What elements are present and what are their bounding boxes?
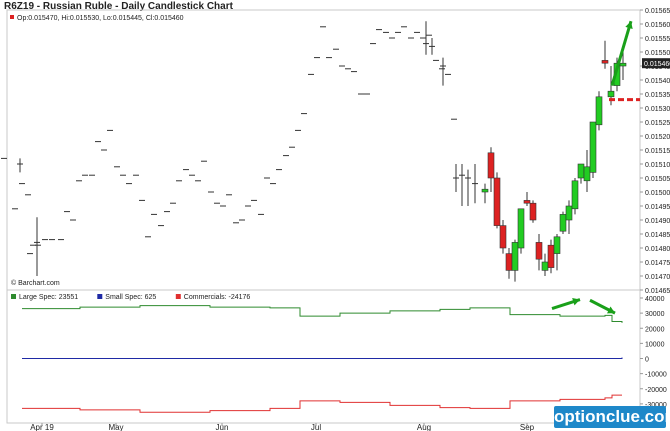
price-y-tick-label: 0.015200 — [645, 134, 670, 141]
x-axis-label: May — [108, 423, 123, 431]
candle-body — [607, 90, 615, 98]
candle-body — [541, 261, 549, 271]
x-axis-label: Jun — [216, 423, 229, 431]
last-price-label: 0.015460 — [644, 61, 670, 68]
price-y-tick-label: 0.015050 — [645, 176, 670, 183]
candle-body — [487, 152, 495, 179]
legend-entry: Commercials: -24176 — [184, 294, 251, 301]
price-y-tick-label: 0.015150 — [645, 148, 670, 155]
candle-body — [553, 236, 561, 254]
candle-body — [511, 242, 519, 271]
legend-entry: Small Spec: 625 — [105, 294, 156, 301]
price-y-tick-label: 0.014850 — [645, 232, 670, 239]
candle-body — [535, 242, 543, 260]
legend-entry: Large Spec: 23551 — [19, 294, 78, 301]
price-y-tick-label: 0.015500 — [645, 50, 670, 57]
candle-body — [505, 253, 513, 271]
legend-swatch — [11, 294, 16, 299]
price-y-tick-label: 0.015600 — [645, 22, 670, 29]
price-y-tick-label: 0.014650 — [645, 288, 670, 295]
candle-body — [583, 166, 591, 182]
price-y-tick-label: 0.015350 — [645, 92, 670, 99]
candle-body — [595, 96, 603, 126]
price-y-tick-label: 0.015100 — [645, 162, 670, 169]
cot-series-line — [22, 305, 623, 323]
price-y-tick-label: 0.014750 — [645, 260, 670, 267]
legend-swatch — [175, 294, 181, 299]
candle-body — [493, 177, 501, 226]
cot-y-tick-label: -10000 — [645, 372, 667, 379]
candle-body — [619, 62, 627, 67]
cot-y-tick-label: 10000 — [645, 341, 665, 348]
price-y-tick-label: 0.015550 — [645, 36, 670, 43]
cot-series-line — [22, 394, 622, 413]
x-axis-label: Apr 19 — [30, 423, 54, 431]
price-y-tick-label: 0.015300 — [645, 106, 670, 113]
candle-body — [559, 214, 567, 232]
cot-y-tick-label: 0 — [645, 357, 649, 364]
price-y-tick-label: 0.014950 — [645, 204, 670, 211]
cot-y-tick-label: 30000 — [645, 311, 665, 318]
candle-body — [577, 163, 585, 179]
candle-body — [601, 60, 609, 64]
source-label: © Barchart.com — [11, 279, 60, 287]
x-axis-label: Jul — [311, 423, 321, 431]
candle-body — [517, 208, 525, 249]
candle-body — [481, 188, 489, 193]
price-y-tick-label: 0.014800 — [645, 246, 670, 253]
chart: 0.0156500.0156000.0155500.0155000.015450… — [1, 8, 670, 431]
price-y-tick-label: 0.014900 — [645, 218, 670, 225]
x-axis-label: Sep — [520, 423, 535, 431]
candle-body — [565, 205, 573, 221]
trend-arrow — [610, 20, 633, 87]
x-axis-label: Aug — [417, 423, 431, 431]
price-y-tick-label: 0.015250 — [645, 120, 670, 127]
cot-plot-frame — [6, 289, 641, 424]
price-y-tick-label: 0.015400 — [645, 78, 670, 85]
cot-y-tick-label: -20000 — [645, 387, 667, 394]
candle-body — [589, 121, 597, 173]
candle-body — [499, 225, 507, 249]
price-y-tick-label: 0.015650 — [645, 8, 670, 15]
cot-series-line — [22, 357, 623, 359]
watermark[interactable]: optionclue.com — [554, 406, 670, 428]
candle-body — [571, 180, 579, 210]
legend-swatch — [97, 294, 103, 299]
candle-body — [547, 244, 555, 268]
cot-y-tick-label: 40000 — [645, 296, 665, 303]
candle-body — [523, 200, 531, 204]
price-y-tick-label: 0.015000 — [645, 190, 670, 197]
price-y-tick-label: 0.014700 — [645, 274, 670, 281]
cot-y-tick-label: 20000 — [645, 326, 665, 333]
readout-marker — [10, 15, 14, 19]
candle-body — [529, 202, 537, 221]
ohlc-readout: Op:0.015470, Hi:0.015530, Lo:0.015445, C… — [17, 15, 184, 22]
